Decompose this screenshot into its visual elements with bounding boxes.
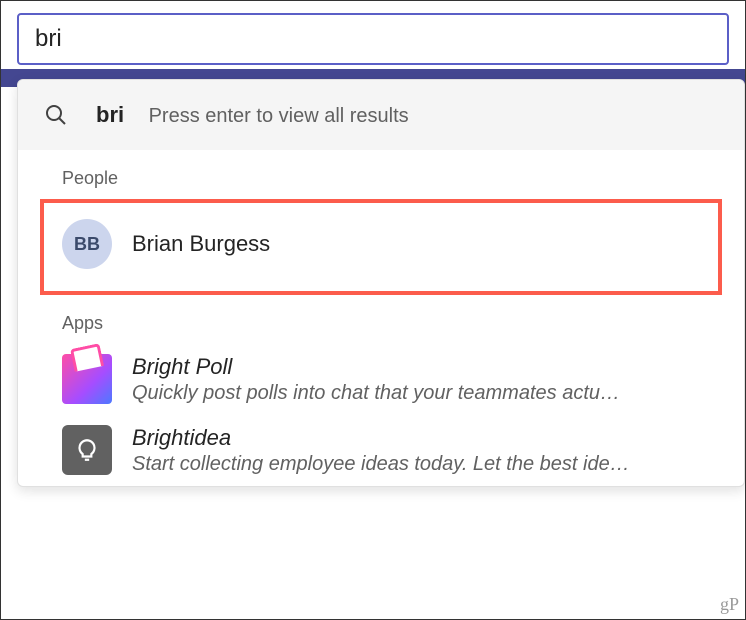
person-name: Brian Burgess: [132, 231, 696, 257]
search-icon: [44, 103, 68, 127]
bright-poll-icon: [62, 354, 112, 404]
avatar: BB: [62, 219, 112, 269]
search-query-echo: bri: [96, 102, 124, 127]
app-title: Brightidea: [132, 425, 718, 451]
search-bar[interactable]: [17, 13, 729, 65]
brightidea-icon: [62, 425, 112, 475]
app-result-bright-poll[interactable]: Bright Poll Quickly post polls into chat…: [18, 344, 744, 415]
search-hint: Press enter to view all results: [149, 105, 409, 127]
app-description: Start collecting employee ideas today. L…: [132, 453, 718, 476]
all-results-text: bri Press enter to view all results: [96, 102, 409, 128]
app-description: Quickly post polls into chat that your t…: [132, 382, 718, 405]
app-result-brightidea[interactable]: Brightidea Start collecting employee ide…: [18, 415, 744, 486]
search-input[interactable]: [35, 25, 711, 53]
people-result-brian-burgess[interactable]: BB Brian Burgess: [40, 199, 722, 295]
search-dropdown: bri Press enter to view all results Peop…: [17, 79, 745, 487]
lightbulb-icon: [74, 437, 100, 463]
view-all-results-row[interactable]: bri Press enter to view all results: [18, 80, 744, 150]
watermark: gP: [720, 594, 739, 615]
people-section-header: People: [18, 150, 744, 199]
apps-section-header: Apps: [18, 295, 744, 344]
app-title: Bright Poll: [132, 354, 718, 380]
